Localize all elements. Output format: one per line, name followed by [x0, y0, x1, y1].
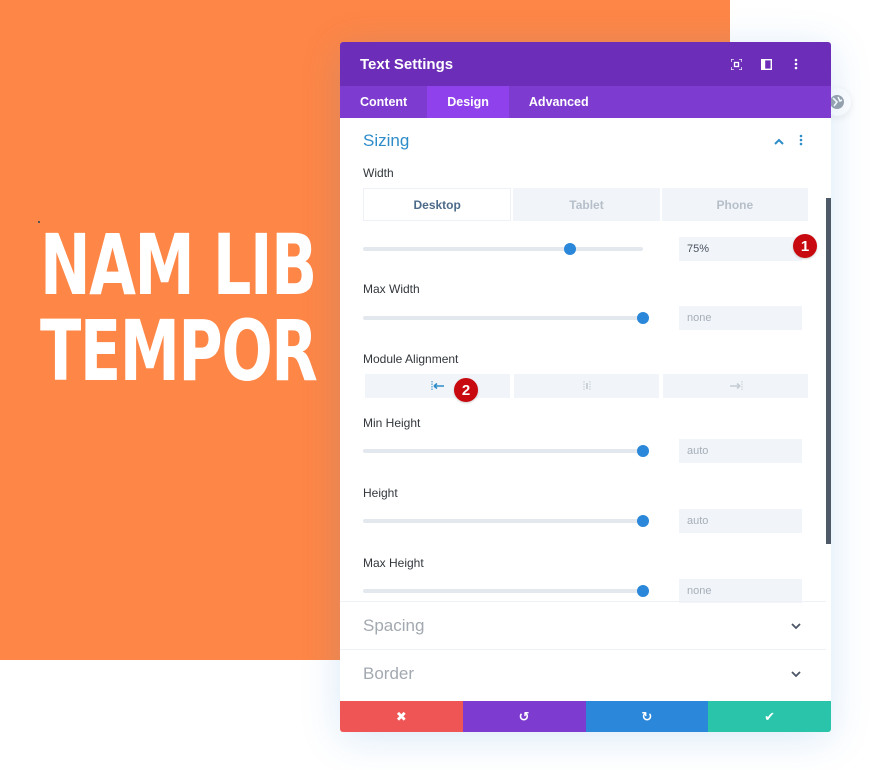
min-height-slider-row — [340, 439, 831, 463]
split-view-icon[interactable] — [751, 58, 781, 70]
align-left-icon — [431, 381, 444, 391]
fullscreen-icon[interactable] — [721, 58, 751, 70]
max-width-slider-row — [340, 306, 831, 330]
align-right-button[interactable] — [663, 374, 808, 398]
height-input[interactable] — [679, 509, 802, 533]
annotation-badge-2: 2 — [454, 378, 478, 402]
width-input[interactable] — [679, 237, 802, 261]
width-slider[interactable] — [363, 243, 643, 255]
max-width-label: Max Width — [363, 282, 420, 296]
page: NAM LIB TEMPOR Text Settings Content Des… — [0, 0, 880, 770]
module-alignment-options — [365, 374, 808, 398]
tab-content[interactable]: Content — [340, 86, 427, 118]
height-slider-thumb[interactable] — [637, 515, 649, 527]
hero-line-1: NAM LIB — [40, 216, 317, 314]
height-slider[interactable] — [363, 515, 649, 527]
chevron-down-icon[interactable] — [789, 667, 803, 681]
align-left-button[interactable] — [365, 374, 510, 398]
redo-icon: ↻ — [641, 708, 653, 724]
tab-design[interactable]: Design — [427, 86, 509, 118]
height-label: Height — [363, 486, 398, 500]
max-height-slider[interactable] — [363, 585, 649, 597]
device-tab-desktop[interactable]: Desktop — [363, 188, 512, 221]
redo-button[interactable]: ↻ — [585, 701, 709, 732]
max-height-slider-row — [340, 579, 831, 603]
undo-button[interactable]: ↺ — [462, 701, 586, 732]
collapsed-sections: Spacing Border — [340, 601, 826, 697]
check-icon: ✔ — [764, 708, 776, 724]
align-right-icon — [729, 381, 742, 391]
spacing-section-header[interactable]: Spacing — [340, 601, 826, 649]
chevron-down-icon[interactable] — [789, 619, 803, 633]
max-width-input[interactable] — [679, 306, 802, 330]
max-height-label: Max Height — [363, 556, 424, 570]
modal-title: Text Settings — [360, 55, 454, 73]
cancel-button[interactable]: ✖ — [340, 701, 463, 732]
max-height-slider-thumb[interactable] — [637, 585, 649, 597]
section-options-icon[interactable] — [794, 133, 808, 149]
modal-footer: ✖ ↺ ↻ ✔ — [340, 701, 831, 732]
hero-heading: NAM LIB TEMPOR — [40, 216, 318, 400]
annotation-badge-1: 1 — [793, 234, 817, 258]
max-width-slider-thumb[interactable] — [637, 312, 649, 324]
text-settings-modal: Text Settings Content Design Advanced Si… — [340, 42, 831, 732]
device-tabs: Desktop Tablet Phone — [363, 188, 808, 221]
spacing-title: Spacing — [363, 615, 425, 635]
min-height-label: Min Height — [363, 416, 421, 430]
min-height-slider[interactable] — [363, 445, 649, 457]
width-label: Width — [363, 166, 394, 180]
max-width-slider[interactable] — [363, 312, 649, 324]
border-title: Border — [363, 663, 415, 683]
height-slider-row — [340, 509, 831, 533]
device-tab-phone[interactable]: Phone — [661, 188, 808, 221]
scrollbar[interactable] — [826, 198, 831, 544]
border-section-header[interactable]: Border — [340, 649, 826, 697]
align-center-button[interactable] — [514, 374, 659, 398]
device-tab-tablet[interactable]: Tablet — [513, 188, 660, 221]
sizing-section: Sizing Width Desktop Tablet Phone 75% Ma… — [340, 118, 831, 603]
sizing-title: Sizing — [363, 131, 410, 150]
module-alignment-label: Module Alignment — [363, 352, 459, 366]
width-slider-thumb[interactable] — [564, 243, 577, 255]
settings-body: Sizing Width Desktop Tablet Phone 75% Ma… — [340, 118, 831, 700]
align-center-icon — [583, 381, 590, 391]
min-height-input[interactable] — [679, 439, 802, 463]
more-options-icon[interactable] — [781, 58, 811, 70]
close-icon: ✖ — [395, 708, 407, 724]
hero-line-2: TEMPOR — [40, 302, 318, 400]
tab-advanced[interactable]: Advanced — [509, 86, 609, 118]
width-slider-row — [340, 237, 831, 261]
max-height-input[interactable] — [679, 579, 802, 603]
undo-icon: ↺ — [518, 708, 530, 724]
min-height-slider-thumb[interactable] — [637, 445, 649, 457]
sizing-header[interactable]: Sizing — [340, 118, 831, 164]
save-button[interactable]: ✔ — [708, 701, 831, 732]
settings-tabs: Content Design Advanced — [340, 86, 831, 118]
modal-header: Text Settings — [340, 42, 831, 86]
chevron-up-icon[interactable] — [772, 134, 786, 148]
